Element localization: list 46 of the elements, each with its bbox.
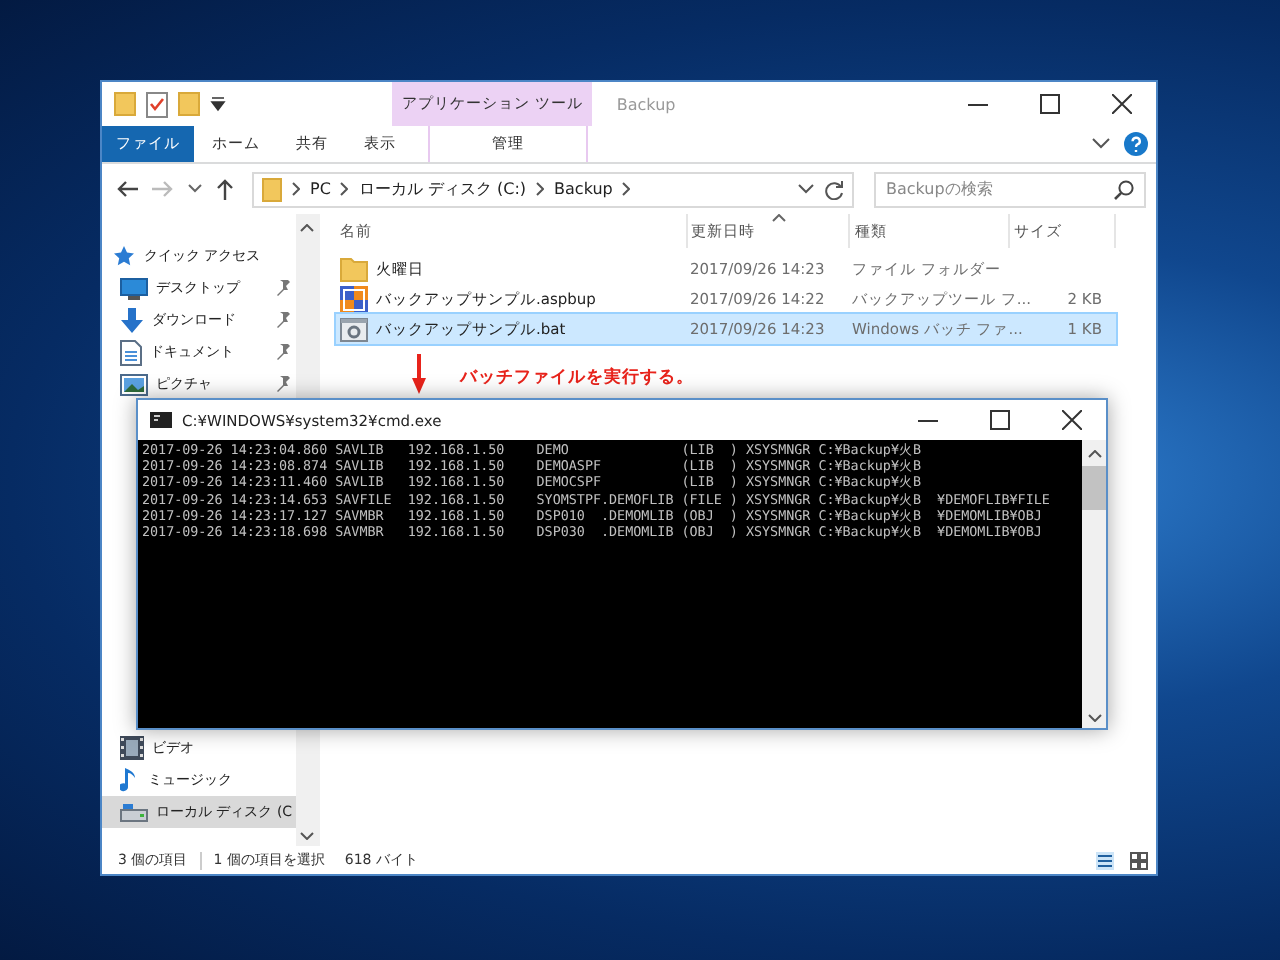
refresh-icon[interactable] [824, 179, 844, 199]
scrollbar-thumb[interactable] [1082, 466, 1106, 510]
back-arrow-icon[interactable] [116, 180, 138, 198]
chevron-right-icon [340, 182, 349, 196]
console-icon [150, 412, 172, 428]
gear-window-icon [340, 317, 368, 341]
document-icon [120, 339, 142, 365]
annotation-arrow [412, 354, 426, 394]
window-title: Backup [614, 93, 678, 118]
help-icon[interactable] [1124, 132, 1148, 156]
large-icons-view-icon[interactable] [1130, 851, 1148, 869]
folder-icon [262, 177, 282, 201]
film-icon [120, 736, 144, 760]
scroll-up-icon [300, 224, 314, 232]
details-view-icon[interactable] [1096, 851, 1114, 869]
chevron-right-icon [622, 182, 631, 196]
scroll-down-icon [300, 832, 314, 840]
search-field[interactable]: Backupの検索 [874, 171, 1146, 207]
checklist-icon[interactable] [146, 91, 168, 117]
folder-icon [340, 256, 368, 282]
chevron-right-icon [536, 182, 545, 196]
down-arrow-icon [120, 307, 144, 333]
scroll-down-icon [1087, 714, 1101, 722]
address-bar[interactable]: PC ローカル ディスク (C:) Backup [252, 171, 854, 207]
music-note-icon [120, 767, 140, 793]
close-icon[interactable] [1062, 410, 1082, 430]
drive-icon [120, 803, 148, 821]
chevron-right-icon [292, 182, 300, 196]
star-icon [112, 244, 136, 268]
close-icon[interactable] [1112, 94, 1132, 114]
breadcrumb[interactable]: Backup [554, 180, 613, 198]
monitor-icon [120, 277, 148, 299]
breadcrumb[interactable]: PC [310, 180, 331, 198]
chevron-down-icon[interactable] [798, 184, 814, 194]
up-arrow-icon[interactable] [216, 178, 234, 200]
scrollbar[interactable] [1082, 440, 1106, 728]
search-icon[interactable] [1114, 179, 1134, 199]
dropdown-icon[interactable] [210, 96, 226, 112]
chevron-down-icon[interactable] [1092, 138, 1110, 150]
maximize-icon[interactable] [1040, 94, 1060, 114]
chevron-down-icon[interactable] [188, 184, 202, 194]
annotation-text: バッチファイルを実行する。 [460, 366, 694, 390]
breadcrumb[interactable]: ローカル ディスク (C:) [358, 178, 527, 200]
scroll-up-icon [1087, 450, 1101, 458]
grid-app-icon [340, 285, 368, 313]
maximize-icon[interactable] [990, 410, 1010, 430]
